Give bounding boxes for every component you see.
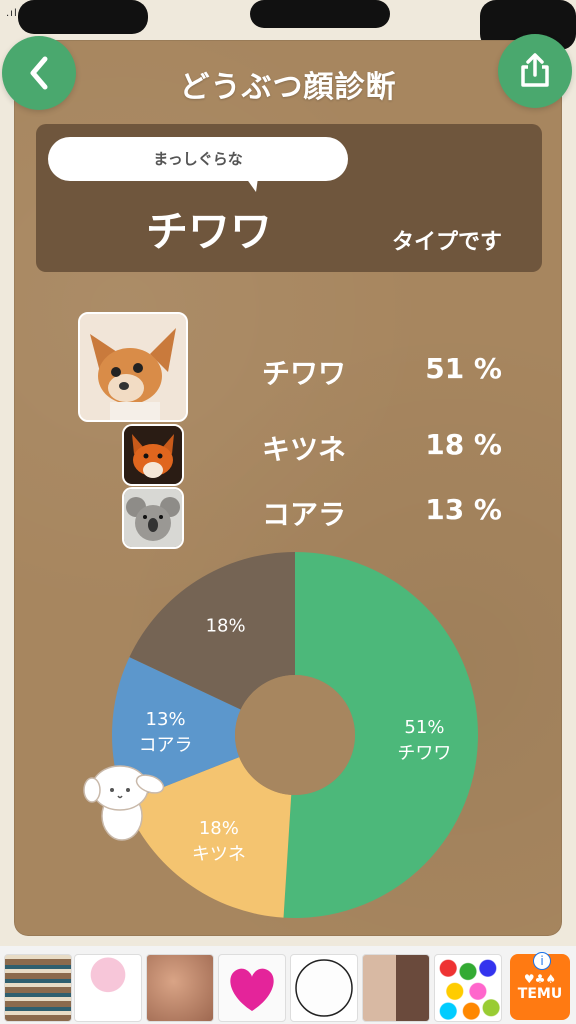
bubble-tail	[246, 178, 258, 192]
temu-logo-icon: ♥♣♠	[523, 972, 557, 986]
rank-2-name: キツネ	[262, 433, 347, 466]
status-redaction-center	[250, 0, 390, 28]
ad-item-circle[interactable]	[290, 954, 358, 1022]
rank-3-percent: 13 %	[425, 493, 502, 526]
temu-label: TEMU	[517, 986, 563, 1002]
koala-image	[122, 487, 184, 549]
status-redaction-left	[18, 0, 148, 34]
ad-item-figure[interactable]	[74, 954, 142, 1022]
result-donut-chart: 51%チワワ18%キツネ13%コアラ18%	[112, 552, 479, 918]
result-bubble: まっしぐらな	[48, 137, 348, 181]
page-title: どうぶつ顔診断	[179, 70, 397, 105]
bunny-mascot	[83, 765, 165, 841]
ad-item-heart-balloon[interactable]	[218, 954, 286, 1022]
rank-2-percent: 18 %	[425, 428, 502, 461]
result-animal: チワワ	[146, 207, 273, 256]
ad-info-icon[interactable]: i	[533, 952, 551, 970]
rank-3-name: コアラ	[262, 498, 347, 531]
fox-image	[122, 424, 184, 486]
ad-item-bodysuit[interactable]	[362, 954, 430, 1022]
result-suffix: タイプです	[392, 230, 503, 255]
signal-icon: .ıl	[6, 8, 18, 19]
circle-icon	[295, 959, 353, 1017]
ad-item-necklace[interactable]	[146, 954, 214, 1022]
donut-hole	[235, 675, 355, 795]
ad-item-rug[interactable]	[4, 954, 72, 1022]
donut-label-3: 18%	[206, 616, 246, 637]
rank-1-percent: 51 %	[425, 352, 502, 385]
rank-1-name: チワワ	[262, 357, 347, 390]
ad-item-balls[interactable]	[434, 954, 502, 1022]
heart-icon	[230, 968, 274, 1011]
chihuahua-image	[78, 312, 188, 422]
